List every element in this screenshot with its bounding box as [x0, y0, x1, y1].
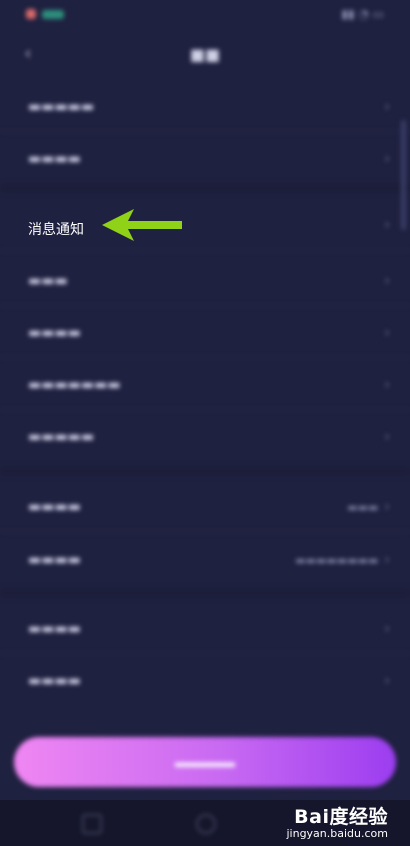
row-value: ▬▬▬▬▬▬▬▬ — [295, 553, 379, 567]
settings-row-4[interactable]: ▬▬▬ › — [0, 258, 410, 304]
cta-label: ▬▬▬▬ — [175, 753, 235, 771]
notification-icon — [26, 9, 36, 19]
settings-row-11[interactable]: ▬▬▬▬ › — [0, 658, 410, 704]
chevron-right-icon: › — [384, 151, 390, 167]
watermark-brand: Bai度经验 — [294, 806, 388, 828]
settings-row-9[interactable]: ▬▬▬▬ ▬▬▬▬▬▬▬▬ › — [0, 537, 410, 583]
nav-recent-icon[interactable] — [82, 814, 102, 834]
annotation-arrow-icon — [102, 209, 182, 241]
settings-row-10[interactable]: ▬▬▬▬ › — [0, 606, 410, 652]
row-label: ▬▬▬▬ — [28, 325, 81, 341]
chevron-right-icon: › — [384, 99, 390, 115]
row-value: ▬▬▬ — [347, 500, 379, 514]
settings-row-7[interactable]: ▬▬▬▬▬ › — [0, 414, 410, 460]
watermark: Bai度经验 jingyan.baidu.com — [286, 802, 388, 840]
row-label: ▬▬▬▬▬ — [28, 429, 95, 445]
chevron-right-icon: › — [384, 499, 390, 515]
row-label: ▬▬▬▬ — [28, 499, 81, 515]
row-label: ▬▬▬▬▬▬▬ — [28, 377, 121, 393]
row-label: ▬▬▬▬ — [28, 621, 81, 637]
header: ‹ ■■ — [0, 36, 410, 72]
chevron-right-icon: › — [384, 673, 390, 689]
row-label: ▬▬▬▬ — [28, 552, 81, 568]
scrollbar[interactable] — [401, 120, 406, 230]
chevron-right-icon: › — [384, 429, 390, 445]
watermark-url: jingyan.baidu.com — [286, 827, 388, 840]
nav-home-icon[interactable] — [196, 814, 216, 834]
status-left — [26, 9, 64, 19]
chevron-right-icon: › — [384, 273, 390, 289]
settings-row-1[interactable]: ▬▬▬▬▬ › — [0, 84, 410, 130]
settings-row-5[interactable]: ▬▬▬▬ › — [0, 310, 410, 356]
settings-row-2[interactable]: ▬▬▬▬ › — [0, 136, 410, 182]
arrow-shape — [102, 209, 182, 241]
chevron-right-icon: › — [384, 552, 390, 568]
back-arrow-icon[interactable]: ‹ — [16, 42, 40, 66]
settings-row-8[interactable]: ▬▬▬▬ ▬▬▬ › — [0, 484, 410, 530]
chevron-right-icon: › — [384, 325, 390, 341]
settings-row-6[interactable]: ▬▬▬▬▬▬▬ › — [0, 362, 410, 408]
logout-button[interactable]: ▬▬▬▬ — [14, 737, 396, 787]
app-indicator-icon — [42, 9, 64, 19]
row-label: ▬▬▬ — [28, 273, 68, 289]
chevron-right-icon: › — [384, 377, 390, 393]
row-label: ▬▬▬▬ — [28, 151, 81, 167]
chevron-right-icon: › — [384, 621, 390, 637]
settings-row-message-notification[interactable]: 消息通知 — [28, 219, 84, 239]
status-bar: ▮▮ ◔ ▭ — [0, 0, 410, 28]
row-label: ▬▬▬▬▬ — [28, 99, 95, 115]
row-label: ▬▬▬▬ — [28, 673, 81, 689]
status-right: ▮▮ ◔ ▭ — [341, 7, 384, 21]
chevron-right-icon: › — [384, 217, 390, 233]
page-title: ■■ — [189, 44, 221, 64]
